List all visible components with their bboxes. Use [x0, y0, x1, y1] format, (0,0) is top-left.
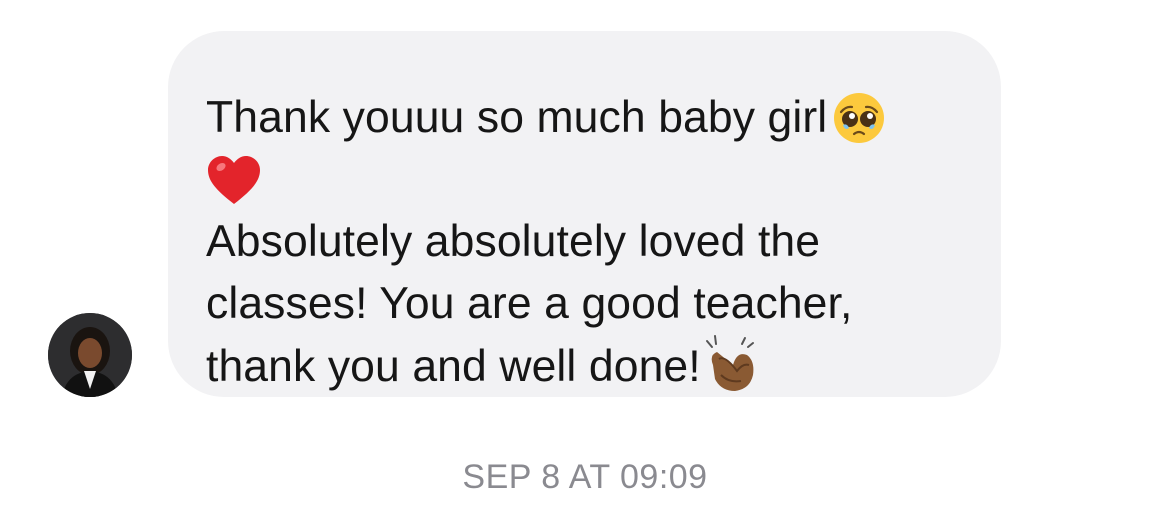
clapping-hands-icon — [703, 335, 763, 393]
avatar[interactable] — [48, 313, 132, 397]
message-line: thank you and well done! — [206, 342, 701, 391]
message-text: Thank youuu so much baby girl Absolutely… — [206, 87, 961, 398]
red-heart-icon — [206, 154, 262, 206]
message-timestamp: SEP 8 AT 09:09 — [462, 458, 708, 496]
message-line: classes! You are a good teacher, — [206, 279, 853, 328]
message-bubble[interactable]: Thank youuu so much baby girl Absolutely… — [168, 31, 1001, 397]
message-line: Thank youuu so much baby girl — [206, 93, 828, 142]
message-line: Absolutely absolutely loved the — [206, 217, 821, 266]
pleading-face-icon — [833, 92, 885, 144]
